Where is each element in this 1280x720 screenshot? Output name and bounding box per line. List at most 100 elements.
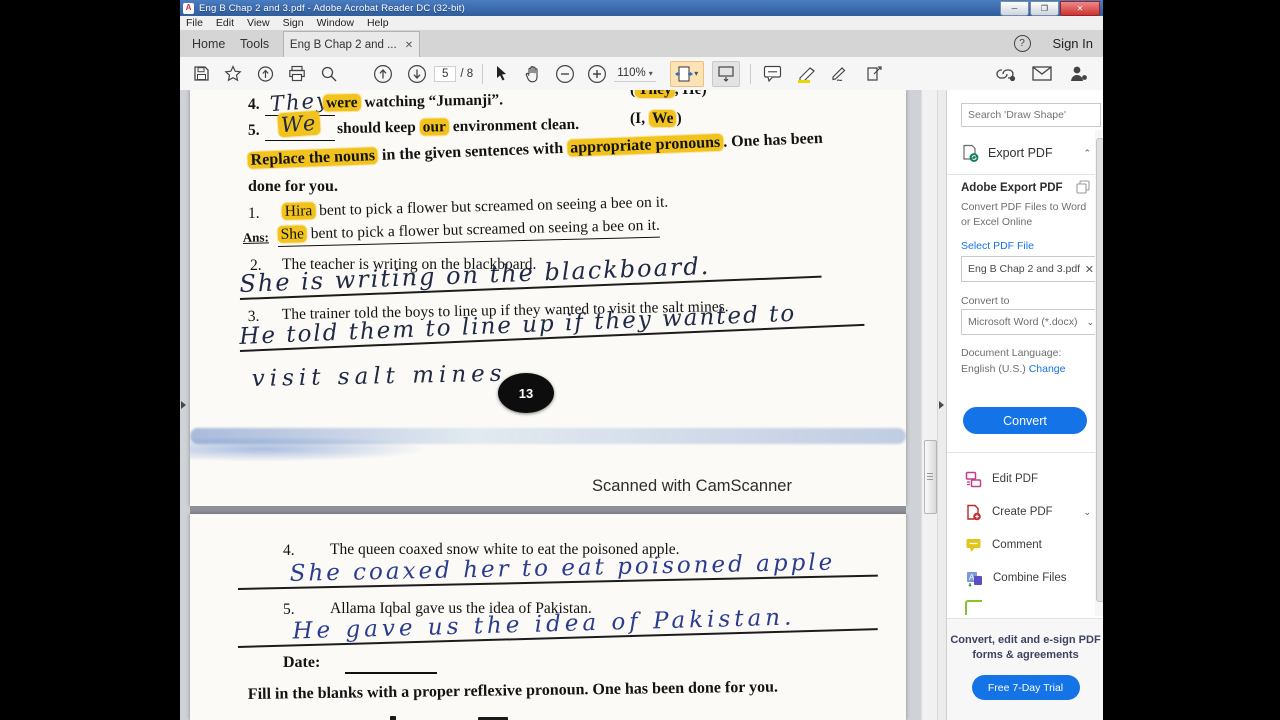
format-chevron-icon: ⌄ [1086, 316, 1094, 327]
zoom-in-icon[interactable] [584, 62, 610, 86]
document-area: 4. They were watching “Jumanji”. (They, … [180, 90, 1103, 720]
remove-file-icon[interactable]: ✕ [1085, 263, 1094, 276]
item5-number: 5. [248, 122, 260, 139]
instruction-line2: done for you. [248, 178, 338, 195]
highlighter-icon[interactable] [794, 62, 820, 86]
item5-opt-highlight: We [648, 110, 677, 127]
reflexive-instruction: Fill in the blanks with a proper reflexi… [247, 678, 779, 704]
tool-create-pdf[interactable]: Create PDF ⌄ [965, 501, 1091, 523]
export-description-line1: Convert PDF Files to Word [961, 201, 1087, 213]
menu-edit[interactable]: Edit [216, 17, 234, 29]
star-icon[interactable] [220, 62, 246, 86]
q1-number: 1. [248, 205, 260, 222]
page-number-input[interactable]: 5 [434, 65, 457, 82]
restore-button[interactable]: ❐ [1030, 1, 1059, 16]
tools-sidebar: Export PDF ⌃ Adobe Export PDF Convert PD… [946, 90, 1103, 720]
print-icon[interactable] [284, 62, 310, 86]
selected-file-name: Eng B Chap 2 and 3.pdf [968, 263, 1081, 275]
q1-rest: bent to pick a flower but screamed on se… [315, 193, 669, 220]
window-title: Eng B Chap 2 and 3.pdf - Adobe Acrobat R… [199, 2, 465, 14]
sidebar-scrollbar-thumb[interactable] [1096, 138, 1103, 602]
sidebar-scrollbar[interactable] [1095, 130, 1103, 616]
more-tools-icon[interactable] [862, 62, 888, 86]
comment-icon[interactable] [760, 62, 786, 86]
fit-width-icon[interactable]: ▾ [669, 60, 704, 87]
export-description-line2: or Excel Online [961, 216, 1033, 228]
hand-tool-icon[interactable] [520, 62, 546, 86]
menu-help[interactable]: Help [367, 17, 389, 29]
document-viewport[interactable]: 4. They were watching “Jumanji”. (They, … [180, 90, 921, 720]
acrobat-app-icon: A [183, 2, 194, 14]
tab-document[interactable]: Eng B Chap 2 and ... ✕ [283, 31, 420, 58]
q3-handwritten-line2: visit salt mines. [251, 360, 520, 392]
ans-label: Ans: [242, 229, 269, 246]
help-icon[interactable]: ? [1013, 35, 1031, 52]
menu-file[interactable]: File [186, 17, 203, 29]
q1-highlight-hira: Hira [281, 202, 316, 221]
tab-tools[interactable]: Tools [230, 30, 279, 57]
zoom-level-control[interactable]: 110% ▾ [614, 65, 656, 82]
share-cloud-icon[interactable] [252, 62, 278, 86]
item4-rest: watching “Jumanji”. [360, 91, 504, 111]
left-panel-expand-icon[interactable] [181, 401, 186, 409]
document-scrollbar[interactable] [921, 90, 938, 720]
promo-line2: forms & agreements [972, 649, 1079, 661]
export-pdf-header[interactable]: Export PDF ⌃ [961, 142, 1091, 164]
item5-highlight-we: We [277, 110, 322, 138]
tab-home[interactable]: Home [182, 30, 235, 57]
menu-view[interactable]: View [247, 17, 270, 29]
export-description: Convert PDF Files to Word or Excel Online [961, 200, 1086, 230]
selected-file-chip: Eng B Chap 2 and 3.pdf ✕ [961, 256, 1101, 282]
item4-options: (They, He) [630, 90, 707, 99]
menu-window[interactable]: Window [317, 17, 354, 29]
select-pdf-file-link[interactable]: Select PDF File [961, 240, 1034, 252]
document-language-label: Document Language: [961, 347, 1062, 359]
search-icon[interactable] [316, 62, 342, 86]
fill-sign-icon[interactable] [828, 62, 854, 86]
screen: A Eng B Chap 2 and 3.pdf - Adobe Acrobat… [0, 0, 1280, 720]
tool-comment[interactable]: Comment [965, 534, 1091, 556]
camscanner-credit: Scanned with CamScanner [592, 477, 792, 495]
share-link-icon[interactable] [993, 62, 1019, 86]
scrollbar-thumb[interactable] [924, 440, 937, 514]
change-language-link[interactable]: Change [1029, 363, 1066, 375]
close-button[interactable]: ✕ [1060, 1, 1100, 16]
tool-combine-files[interactable]: A Combine Files [965, 567, 1091, 589]
previous-page-icon[interactable] [370, 62, 396, 86]
scan-watercolor-blob [190, 436, 430, 462]
promo-line1: Convert, edit and e-sign PDF [950, 634, 1101, 646]
save-icon[interactable] [188, 62, 214, 86]
search-input[interactable] [961, 103, 1101, 127]
minimize-button[interactable]: ─ [1000, 1, 1029, 16]
edit-pdf-icon [965, 471, 982, 487]
adobe-export-pdf-title: Adobe Export PDF [961, 182, 1063, 194]
convert-button[interactable]: Convert [963, 407, 1087, 434]
title-bar[interactable]: A Eng B Chap 2 and 3.pdf - Adobe Acrobat… [180, 0, 1103, 16]
select-tool-icon[interactable] [488, 62, 514, 86]
next-page-icon[interactable] [404, 62, 430, 86]
tab-close-icon[interactable]: ✕ [405, 40, 413, 51]
tab-document-label: Eng B Chap 2 and ... [289, 39, 397, 51]
item5-highlight-our: our [419, 118, 450, 136]
instruction-mid: in the given sentences with [377, 139, 568, 164]
page-scrolling-icon[interactable] [711, 60, 740, 87]
language-row: English (U.S.) Change [961, 362, 1065, 377]
zoom-out-icon[interactable] [552, 62, 578, 86]
right-panel-expand-icon[interactable] [939, 401, 944, 409]
sign-in-button[interactable]: Sign In [1053, 36, 1093, 51]
promo-text: Convert, edit and e-sign PDF forms & agre… [947, 633, 1103, 663]
menu-sign[interactable]: Sign [283, 17, 304, 29]
free-trial-button[interactable]: Free 7-Day Trial [971, 675, 1080, 700]
create-pdf-icon [967, 504, 981, 520]
format-dropdown[interactable]: Microsoft Word (*.docx) ⌄ [961, 309, 1101, 335]
copy-pages-icon [1076, 180, 1090, 194]
tool-edit-pdf[interactable]: Edit PDF [965, 468, 1091, 490]
scan-watercolor-band [190, 428, 906, 444]
tab-bar: Home Tools Eng B Chap 2 and ... ✕ ? Sign… [180, 30, 1103, 58]
email-icon[interactable] [1029, 62, 1055, 86]
share-with-people-icon[interactable] [1065, 62, 1091, 86]
clipped-text-fragment [390, 716, 396, 720]
create-pdf-chevron-icon[interactable]: ⌄ [1083, 507, 1091, 518]
collapse-chevron-icon[interactable]: ⌃ [1083, 148, 1091, 159]
export-pdf-label: Export PDF [988, 146, 1053, 160]
